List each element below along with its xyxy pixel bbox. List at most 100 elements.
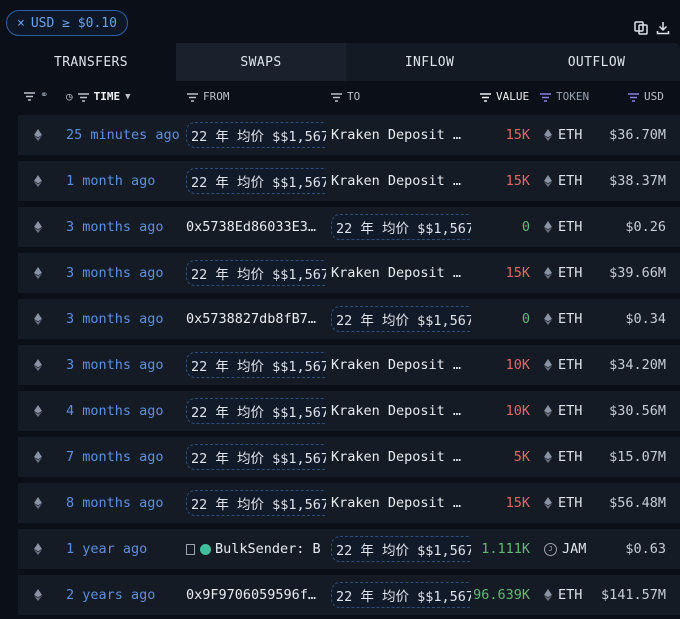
from-address[interactable]: 22 年 均价 $$1,567: [186, 352, 326, 378]
to-cell[interactable]: Kraken Deposit …: [331, 253, 471, 293]
time-link[interactable]: 1 year ago: [66, 529, 180, 569]
eth-token-icon: [544, 175, 552, 187]
table-row[interactable]: 25 minutes ago 22 年 均价 $$1,567 Kraken De…: [18, 115, 680, 155]
usd-cell: $0.26: [625, 219, 666, 235]
from-cell[interactable]: 22 年 均价 $$1,567: [186, 437, 326, 477]
from-cell[interactable]: 0x5738Ed86033E3…: [186, 207, 326, 247]
header-link-col[interactable]: ⚭: [24, 90, 48, 101]
usd-filter-label: USD ≥ $0.10: [30, 15, 117, 31]
sort-desc-icon[interactable]: ▼: [125, 92, 130, 102]
top-toolbar: [634, 20, 670, 39]
to-cell[interactable]: 22 年 均价 $$1,567: [331, 207, 471, 247]
from-cell[interactable]: 22 年 均价 $$1,567: [186, 115, 326, 155]
to-cell[interactable]: Kraken Deposit …: [331, 161, 471, 201]
table-row[interactable]: 3 months ago 0x5738Ed86033E3… 22 年 均价 $$…: [18, 207, 680, 247]
to-cell[interactable]: 22 年 均价 $$1,567: [331, 529, 471, 569]
table-row[interactable]: 2 years ago 0x9F9706059596f… 22 年 均价 $$1…: [18, 575, 680, 615]
tab-swaps[interactable]: SWAPS: [176, 43, 346, 81]
eth-token-icon: [544, 267, 552, 279]
time-link[interactable]: 1 month ago: [66, 161, 180, 201]
header-token[interactable]: TOKEN: [540, 90, 589, 103]
from-address[interactable]: 22 年 均价 $$1,567: [186, 490, 326, 516]
table-row[interactable]: 3 months ago 22 年 均价 $$1,567 Kraken Depo…: [18, 253, 680, 293]
from-address[interactable]: 22 年 均价 $$1,567: [186, 168, 326, 194]
from-cell[interactable]: BulkSender: B: [186, 529, 326, 569]
to-address[interactable]: Kraken Deposit …: [331, 173, 461, 189]
to-cell[interactable]: Kraken Deposit …: [331, 437, 471, 477]
download-icon[interactable]: [656, 20, 670, 39]
to-address[interactable]: 22 年 均价 $$1,567: [331, 214, 471, 240]
header-value[interactable]: VALUE: [480, 90, 529, 103]
to-address[interactable]: Kraken Deposit …: [331, 449, 461, 465]
to-cell[interactable]: Kraken Deposit …: [331, 483, 471, 523]
to-address[interactable]: Kraken Deposit …: [331, 403, 461, 419]
filter-icon[interactable]: [77, 92, 89, 102]
header-usd[interactable]: USD: [628, 90, 664, 103]
to-address[interactable]: Kraken Deposit …: [331, 495, 461, 511]
tab-inflow[interactable]: INFLOW: [346, 43, 513, 81]
time-link[interactable]: 3 months ago: [66, 345, 180, 385]
time-link[interactable]: 3 months ago: [66, 253, 180, 293]
time-link[interactable]: 3 months ago: [66, 207, 180, 247]
close-icon[interactable]: ×: [17, 16, 25, 31]
header-to[interactable]: TO: [331, 90, 360, 103]
from-cell[interactable]: 22 年 均价 $$1,567: [186, 161, 326, 201]
table-row[interactable]: 8 months ago 22 年 均价 $$1,567 Kraken Depo…: [18, 483, 680, 523]
filter-icon[interactable]: [480, 92, 491, 102]
to-cell[interactable]: 22 年 均价 $$1,567: [331, 299, 471, 339]
from-cell[interactable]: 22 年 均价 $$1,567: [186, 253, 326, 293]
filter-icon[interactable]: [628, 92, 639, 102]
chain-eth-icon: [34, 437, 42, 477]
from-cell[interactable]: 22 年 均价 $$1,567: [186, 391, 326, 431]
from-address[interactable]: 0x9F9706059596f…: [186, 587, 316, 603]
eth-token-icon: [544, 313, 552, 325]
from-address[interactable]: 22 年 均价 $$1,567: [186, 260, 326, 286]
tab-outflow[interactable]: OUTFLOW: [513, 43, 680, 81]
to-address[interactable]: Kraken Deposit …: [331, 265, 461, 281]
table-row[interactable]: 3 months ago 22 年 均价 $$1,567 Kraken Depo…: [18, 345, 680, 385]
time-link[interactable]: 8 months ago: [66, 483, 180, 523]
time-link[interactable]: 4 months ago: [66, 391, 180, 431]
copy-icon[interactable]: [634, 20, 648, 39]
header-from[interactable]: FROM: [187, 90, 230, 103]
table-row[interactable]: 1 month ago 22 年 均价 $$1,567 Kraken Depos…: [18, 161, 680, 201]
value-cell: 15K: [505, 127, 530, 143]
header-time[interactable]: ◷ TIME ▼: [66, 90, 131, 103]
to-address[interactable]: Kraken Deposit …: [331, 357, 461, 373]
tab-transfers[interactable]: TRANSFERS: [6, 43, 176, 81]
to-address[interactable]: 22 年 均价 $$1,567: [331, 306, 471, 332]
to-address[interactable]: 22 年 均价 $$1,567: [331, 582, 471, 608]
filter-icon[interactable]: [331, 92, 342, 102]
from-address[interactable]: 22 年 均价 $$1,567: [186, 122, 326, 148]
to-address[interactable]: Kraken Deposit …: [331, 127, 461, 143]
from-address[interactable]: 22 年 均价 $$1,567: [186, 398, 326, 424]
to-cell[interactable]: Kraken Deposit …: [331, 345, 471, 385]
filter-icon[interactable]: [24, 91, 35, 101]
table-row[interactable]: 3 months ago 0x5738827db8fB7… 22 年 均价 $$…: [18, 299, 680, 339]
table-header: ⚭ ◷ TIME ▼ FROM TO VALUE TOKEN USD: [6, 81, 680, 111]
time-link[interactable]: 25 minutes ago: [66, 115, 180, 155]
from-address[interactable]: 0x5738827db8fB7…: [186, 311, 316, 327]
usd-cell: $0.63: [625, 541, 666, 557]
time-link[interactable]: 7 months ago: [66, 437, 180, 477]
table-row[interactable]: 4 months ago 22 年 均价 $$1,567 Kraken Depo…: [18, 391, 680, 431]
to-cell[interactable]: 22 年 均价 $$1,567: [331, 575, 471, 615]
table-row[interactable]: 7 months ago 22 年 均价 $$1,567 Kraken Depo…: [18, 437, 680, 477]
to-cell[interactable]: Kraken Deposit …: [331, 115, 471, 155]
to-cell[interactable]: Kraken Deposit …: [331, 391, 471, 431]
time-link[interactable]: 3 months ago: [66, 299, 180, 339]
table-row[interactable]: 1 year ago BulkSender: B 22 年 均价 $$1,567…: [18, 529, 680, 569]
filter-icon[interactable]: [540, 92, 551, 102]
to-address[interactable]: 22 年 均价 $$1,567: [331, 536, 471, 562]
from-cell[interactable]: 0x5738827db8fB7…: [186, 299, 326, 339]
usd-filter-chip[interactable]: × USD ≥ $0.10: [6, 10, 128, 36]
from-address[interactable]: 22 年 均价 $$1,567: [186, 444, 326, 470]
from-cell[interactable]: 22 年 均价 $$1,567: [186, 345, 326, 385]
usd-cell: $30.56M: [609, 403, 666, 419]
from-cell[interactable]: 0x9F9706059596f…: [186, 575, 326, 615]
time-link[interactable]: 2 years ago: [66, 575, 180, 615]
from-address[interactable]: 0x5738Ed86033E3…: [186, 219, 316, 235]
filter-icon[interactable]: [187, 92, 198, 102]
from-address[interactable]: BulkSender: B: [215, 541, 321, 557]
from-cell[interactable]: 22 年 均价 $$1,567: [186, 483, 326, 523]
